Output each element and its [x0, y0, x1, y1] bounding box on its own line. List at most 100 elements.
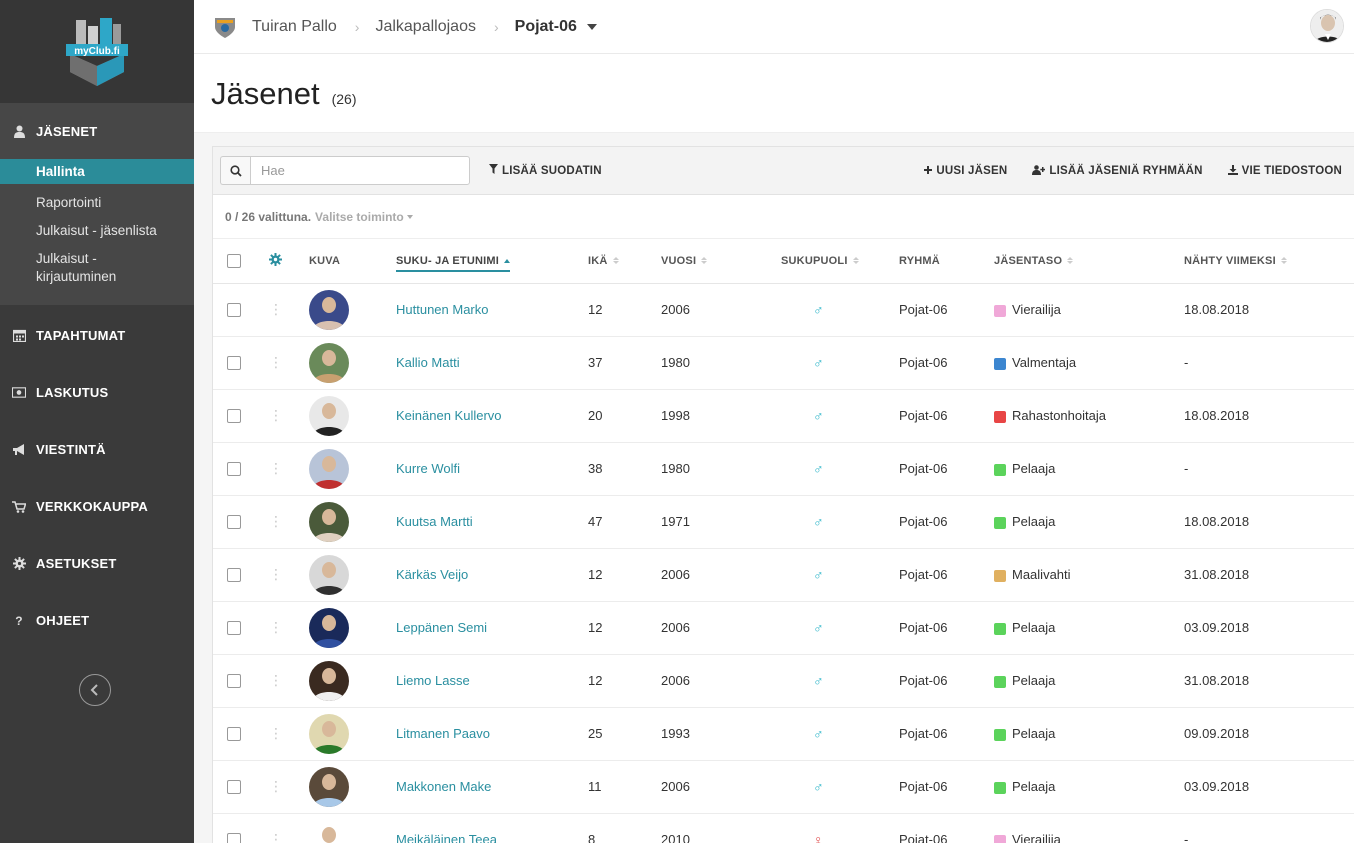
table-row[interactable]: ⋮ Kuutsa Martti 47 1971 ♂ Pojat-06 Pelaaja 18.0… — [213, 495, 1354, 549]
column-header-year[interactable]: VUOSI — [661, 239, 781, 284]
row-checkbox[interactable] — [227, 462, 241, 477]
breadcrumb-section[interactable]: Jalkapallojaos — [375, 18, 476, 36]
collapse-sidebar-button[interactable] — [79, 674, 111, 706]
select-action-dropdown[interactable]: Valitse toiminto — [315, 210, 413, 224]
row-menu-icon[interactable]: ⋮ — [269, 301, 283, 317]
nav-asetukset-label: ASETUKSET — [36, 556, 117, 571]
row-checkbox[interactable] — [227, 356, 241, 371]
member-name-link[interactable]: Keinänen Kullervo — [396, 408, 502, 423]
member-level: Pelaaja — [1012, 673, 1056, 688]
member-age: 12 — [588, 673, 603, 688]
search-input[interactable] — [250, 156, 470, 185]
member-photo[interactable] — [309, 660, 349, 701]
nav-tapahtumat[interactable]: TAPAHTUMAT — [0, 307, 194, 364]
member-name-link[interactable]: Liemo Lasse — [396, 673, 470, 688]
nav-verkkokauppa[interactable]: VERKKOKAUPPA — [0, 478, 194, 535]
nav-laskutus[interactable]: LASKUTUS — [0, 364, 194, 421]
row-menu-icon[interactable]: ⋮ — [269, 725, 283, 741]
row-menu-icon[interactable]: ⋮ — [269, 619, 283, 635]
sidebar-item-julkaisut-kirjautuminen[interactable]: Julkaisut - kirjautuminen — [0, 245, 150, 291]
member-name-link[interactable]: Leppänen Semi — [396, 620, 487, 635]
member-name-link[interactable]: Meikäläinen Teea — [396, 832, 497, 843]
column-header-age-label: IKÄ — [588, 254, 608, 267]
row-checkbox[interactable] — [227, 303, 241, 318]
nav-asetukset[interactable]: ASETUKSET — [0, 535, 194, 592]
column-header-gender[interactable]: SUKUPUOLI — [781, 239, 899, 284]
new-member-button[interactable]: UUSI JÄSEN — [924, 165, 1007, 177]
row-checkbox[interactable] — [227, 727, 241, 742]
row-menu-icon[interactable]: ⋮ — [269, 831, 283, 843]
row-menu-icon[interactable]: ⋮ — [269, 354, 283, 370]
add-filter-button[interactable]: LISÄÄ SUODATIN — [489, 164, 602, 177]
table-row[interactable]: ⋮ Leppänen Semi 12 2006 ♂ Pojat-06 Pelaaja 03.0… — [213, 601, 1354, 655]
member-name-link[interactable]: Kärkäs Veijo — [396, 567, 468, 582]
table-row[interactable]: ⋮ Litmanen Paavo 25 1993 ♂ Pojat-06 Pelaaja 09.… — [213, 707, 1354, 761]
member-name-link[interactable]: Kurre Wolfi — [396, 461, 460, 476]
nav-jasenet[interactable]: JÄSENET — [0, 103, 194, 159]
column-header-seen[interactable]: NÄHTY VIIMEKSI — [1184, 239, 1354, 284]
chevron-down-icon[interactable] — [586, 23, 597, 30]
table-row[interactable]: ⋮ Makkonen Make 11 2006 ♂ Pojat-06 Pelaaja 03.0… — [213, 760, 1354, 814]
column-header-name[interactable]: SUKU- JA ETUNIMI — [396, 254, 511, 272]
row-checkbox[interactable] — [227, 674, 241, 689]
add-to-group-button[interactable]: LISÄÄ JÄSENIÄ RYHMÄÄN — [1032, 164, 1202, 178]
table-row[interactable]: ⋮ Meikäläinen Teea 8 2010 ♀ Pojat-06 Vierailij… — [213, 813, 1354, 843]
member-name-link[interactable]: Huttunen Marko — [396, 302, 489, 317]
megaphone-icon — [12, 443, 26, 457]
member-photo[interactable] — [309, 395, 349, 436]
myclub-logo[interactable]: myClub.fi — [58, 14, 136, 90]
member-name-link[interactable]: Makkonen Make — [396, 779, 491, 794]
select-all-checkbox[interactable] — [227, 253, 241, 268]
column-header-group-label: RYHMÄ — [899, 254, 940, 267]
member-count: (26) — [331, 91, 357, 107]
export-button[interactable]: VIE TIEDOSTOON — [1227, 164, 1342, 178]
member-photo[interactable] — [309, 766, 349, 807]
table-row[interactable]: ⋮ Liemo Lasse 12 2006 ♂ Pojat-06 Pelaaja 31.08.… — [213, 654, 1354, 708]
member-last-seen: 09.09.2018 — [1184, 726, 1250, 741]
column-header-level[interactable]: JÄSENTASO — [994, 239, 1184, 284]
row-checkbox[interactable] — [227, 833, 241, 843]
row-menu-icon[interactable]: ⋮ — [269, 513, 283, 529]
row-menu-icon[interactable]: ⋮ — [269, 566, 283, 582]
nav-ohjeet[interactable]: ? OHJEET — [0, 592, 194, 649]
row-checkbox[interactable] — [227, 515, 241, 530]
breadcrumb-group[interactable]: Pojat-06 — [515, 18, 577, 36]
row-menu-icon[interactable]: ⋮ — [269, 407, 283, 423]
member-photo[interactable] — [309, 448, 349, 489]
member-photo[interactable] — [309, 289, 349, 330]
user-avatar[interactable] — [1310, 9, 1344, 43]
row-menu-icon[interactable]: ⋮ — [269, 460, 283, 476]
row-menu-icon[interactable]: ⋮ — [269, 672, 283, 688]
sidebar-item-julkaisut-jasenlista[interactable]: Julkaisut - jäsenlista — [0, 217, 194, 245]
search-button[interactable] — [220, 156, 250, 185]
row-checkbox[interactable] — [227, 780, 241, 795]
row-checkbox[interactable] — [227, 621, 241, 636]
sidebar-item-raportointi[interactable]: Raportointi — [0, 189, 194, 217]
member-photo[interactable] — [309, 554, 349, 595]
nav-viestinta[interactable]: VIESTINTÄ — [0, 421, 194, 478]
breadcrumb-club[interactable]: Tuiran Pallo — [252, 18, 337, 36]
member-photo[interactable] — [309, 607, 349, 648]
column-header-age[interactable]: IKÄ — [588, 239, 661, 284]
member-level: Rahastonhoitaja — [1012, 408, 1106, 423]
row-checkbox[interactable] — [227, 568, 241, 583]
member-photo[interactable] — [309, 342, 349, 383]
row-menu-icon[interactable]: ⋮ — [269, 778, 283, 794]
member-name-link[interactable]: Litmanen Paavo — [396, 726, 490, 741]
table-row[interactable]: ⋮ Kallio Matti 37 1980 ♂ Pojat-06 Valmentaja - — [213, 336, 1354, 390]
member-photo[interactable] — [309, 501, 349, 542]
column-settings-gear-icon[interactable] — [269, 252, 282, 269]
member-name-link[interactable]: Kuutsa Martti — [396, 514, 473, 529]
member-name-link[interactable]: Kallio Matti — [396, 355, 460, 370]
members-table-body: ⋮ Huttunen Marko 12 2006 ♂ Pojat-06 Vierailija… — [213, 283, 1354, 843]
sort-icon — [701, 257, 708, 265]
member-year: 2006 — [661, 302, 690, 317]
member-photo[interactable] — [309, 819, 349, 843]
table-row[interactable]: ⋮ Keinänen Kullervo 20 1998 ♂ Pojat-06 Rahasto… — [213, 389, 1354, 443]
member-photo[interactable] — [309, 713, 349, 754]
table-row[interactable]: ⋮ Huttunen Marko 12 2006 ♂ Pojat-06 Vierailija… — [213, 283, 1354, 337]
table-row[interactable]: ⋮ Kurre Wolfi 38 1980 ♂ Pojat-06 Pelaaja - — [213, 442, 1354, 496]
sidebar-item-hallinta[interactable]: Hallinta — [0, 159, 194, 184]
table-row[interactable]: ⋮ Kärkäs Veijo 12 2006 ♂ Pojat-06 Maalivahti 31… — [213, 548, 1354, 602]
row-checkbox[interactable] — [227, 409, 241, 424]
